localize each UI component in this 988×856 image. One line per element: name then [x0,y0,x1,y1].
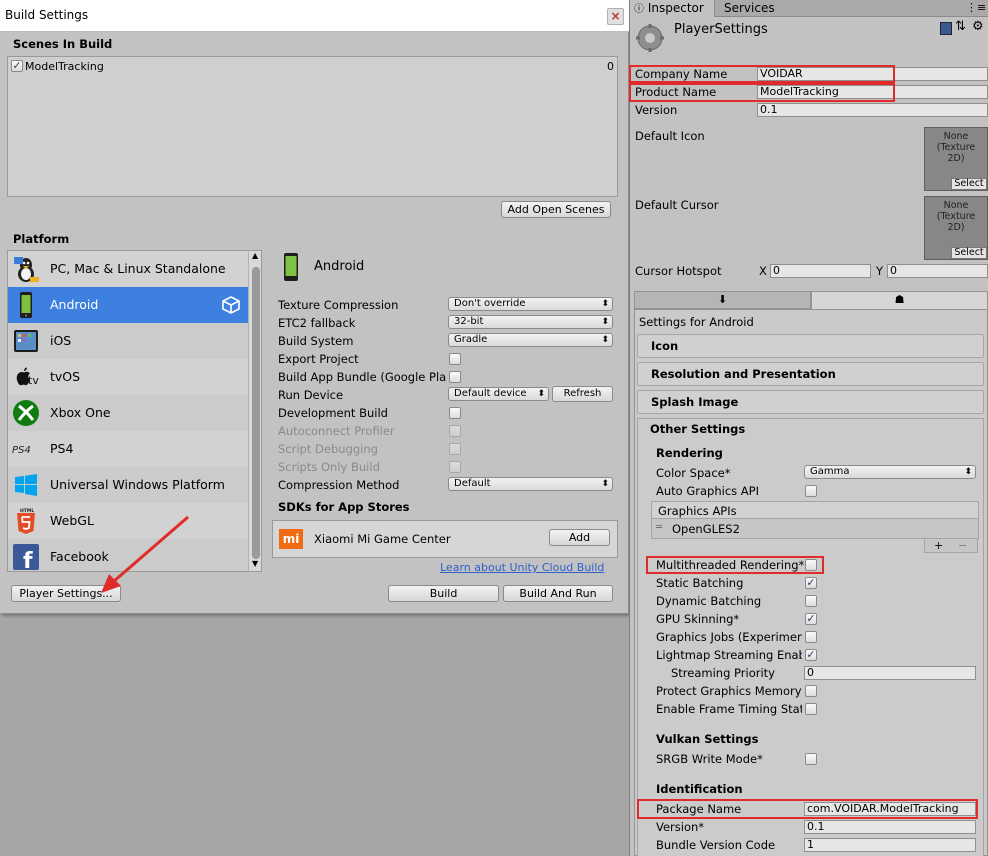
auto-graphics-api-label: Auto Graphics API [656,484,759,498]
protect-graphics-memory-checkbox[interactable] [805,685,817,697]
default-icon-slot[interactable]: None (Texture 2D) Select [924,127,988,191]
default-icon-label: Default Icon [635,129,705,143]
hotspot-y-label: Y [876,264,884,278]
graphics-apis-label: Graphics APIs [658,504,737,518]
preset-icon[interactable]: ⇅ [955,19,966,34]
product-name-field[interactable]: ModelTracking [757,85,988,99]
download-icon: ⬇ [717,293,728,306]
hotspot-y-field[interactable]: 0 [887,264,988,278]
version-label: Version [635,103,678,117]
rendering-title: Rendering [656,446,723,460]
vulkan-settings-title: Vulkan Settings [656,732,759,746]
protect-graphics-memory-label: Protect Graphics Memory [656,684,802,698]
section-resolution[interactable]: Resolution and Presentation [637,362,984,386]
texture-none-text: None (Texture 2D) [936,200,976,233]
gpu-skinning-label: GPU Skinning* [656,612,740,626]
package-name-label: Package Name [656,802,742,816]
default-cursor-slot[interactable]: None (Texture 2D) Select [924,196,988,260]
graphics-jobs-checkbox[interactable] [805,631,817,643]
cursor-hotspot-label: Cursor Hotspot [635,264,722,278]
srgb-write-mode-checkbox[interactable] [805,753,817,765]
lightmap-streaming-checkbox[interactable]: ✓ [805,649,817,661]
static-batching-checkbox[interactable]: ✓ [805,577,817,589]
multithreaded-rendering-label: Multithreaded Rendering* [656,558,805,572]
dynamic-batching-label: Dynamic Batching [656,594,762,608]
inspector-title: PlayerSettings [674,22,768,37]
company-name-label: Company Name [635,67,728,81]
texture-none-text: None (Texture 2D) [936,131,976,164]
select-button[interactable]: Select [951,178,987,190]
bundle-version-code-label: Bundle Version Code [656,838,776,852]
color-space-dropdown[interactable]: Gamma [804,465,976,479]
dynamic-batching-checkbox[interactable] [805,595,817,607]
package-name-field[interactable]: com.VOIDAR.ModelTracking [804,802,976,816]
product-name-label: Product Name [635,85,717,99]
minus-icon[interactable]: − [958,539,967,552]
gear-menu-icon[interactable]: ⚙ [972,19,984,34]
graphics-api-item[interactable]: OpenGLES2 [672,522,740,536]
section-other-settings[interactable]: Other Settings [637,418,984,442]
srgb-write-mode-label: SRGB Write Mode* [656,752,763,766]
section-icon[interactable]: Icon [637,334,984,358]
auto-graphics-api-checkbox[interactable] [805,485,817,497]
color-space-label: Color Space* [656,466,731,480]
streaming-priority-label: Streaming Priority [671,666,775,680]
frame-timing-stats-label: Enable Frame Timing Stats [656,702,802,716]
list-add-remove: + − [924,539,978,553]
static-batching-label: Static Batching [656,576,744,590]
help-book-icon[interactable] [940,22,952,35]
inspector-tab-icon: ⓘ [634,4,644,15]
multithreaded-rendering-checkbox[interactable] [805,559,817,571]
streaming-priority-field[interactable]: 0 [804,666,976,680]
default-cursor-label: Default Cursor [635,198,719,212]
company-name-field[interactable]: VOIDAR [757,67,988,81]
graphics-jobs-label: Graphics Jobs (Experimental)* [656,630,802,644]
tab-services[interactable]: Services [720,0,780,17]
inspector-tab-bar: ⓘ Inspector Services ⋮≡ [630,0,988,17]
tab-standalone[interactable]: ⬇ [634,291,811,309]
graphics-apis-header: Graphics APIs [651,501,979,519]
lightmap-streaming-label: Lightmap Streaming Enabled [656,648,802,662]
hotspot-x-field[interactable]: 0 [770,264,871,278]
bundle-version-field[interactable]: 0.1 [804,820,976,834]
graphics-api-list: ═ OpenGLES2 [651,519,979,539]
bundle-version-label: Version* [656,820,705,834]
version-field[interactable]: 0.1 [757,103,988,117]
android-robot-icon: ☗ [894,293,905,306]
gpu-skinning-checkbox[interactable]: ✓ [805,613,817,625]
tab-inspector[interactable]: ⓘ Inspector [630,0,715,17]
bundle-version-code-field[interactable]: 1 [804,838,976,852]
frame-timing-stats-checkbox[interactable] [805,703,817,715]
hotspot-x-label: X [759,264,767,278]
drag-handle-icon[interactable]: ═ [656,522,662,533]
panel-menu-icon[interactable]: ⋮≡ [966,1,986,14]
gear-icon [636,24,664,52]
settings-for-android: Settings for Android [639,315,754,329]
tab-android[interactable]: ☗ [811,291,988,309]
identification-title: Identification [656,782,743,796]
plus-icon[interactable]: + [934,539,943,552]
section-splash-image[interactable]: Splash Image [637,390,984,414]
annotation-arrow [101,515,189,593]
select-button[interactable]: Select [951,247,987,259]
